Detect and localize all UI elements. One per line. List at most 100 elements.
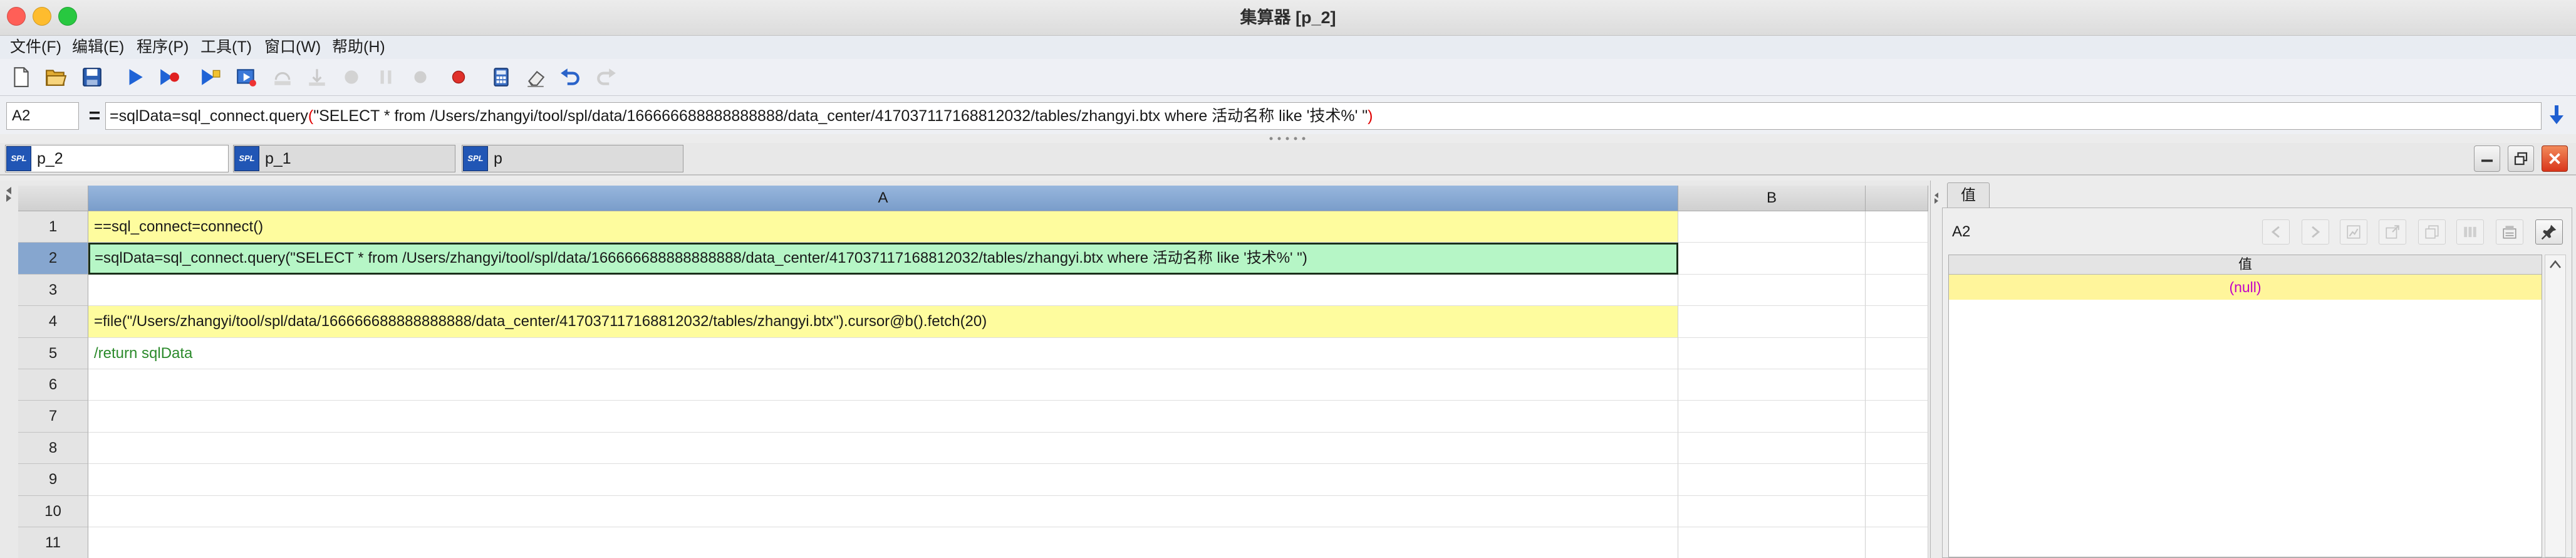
cell-a11[interactable] (88, 527, 1678, 558)
copy-icon[interactable] (2418, 219, 2446, 245)
row-header-8[interactable]: 8 (18, 432, 88, 465)
run-to-cursor-icon[interactable] (200, 66, 221, 88)
breakpoint-icon[interactable] (448, 66, 469, 88)
cell-b6[interactable] (1678, 369, 1866, 401)
calculator-icon[interactable] (491, 66, 512, 88)
spl-file-icon: SPL (463, 146, 488, 171)
cell-a2[interactable]: =sqlData=sql_connect.query("SELECT * fro… (88, 243, 1678, 275)
save-icon[interactable] (81, 66, 103, 88)
expand-down-icon[interactable] (2547, 104, 2567, 127)
row-header-3[interactable]: 3 (18, 274, 88, 307)
minimize-icon[interactable] (2474, 145, 2500, 172)
cell-a6[interactable] (88, 369, 1678, 401)
cell-c5[interactable] (1866, 337, 1928, 369)
cell-c7[interactable] (1866, 401, 1928, 433)
back-icon[interactable] (2262, 219, 2290, 245)
cell-a7[interactable] (88, 401, 1678, 433)
cell-a4[interactable]: =file("/Users/zhangyi/tool/spl/data/1666… (88, 306, 1678, 338)
run-icon[interactable] (124, 66, 145, 88)
forward-icon[interactable] (2302, 219, 2329, 245)
menu-tools[interactable]: 工具(T) (200, 36, 252, 59)
panel-toggle-arrows-icon[interactable] (1933, 191, 1940, 206)
row-header-5[interactable]: 5 (18, 337, 88, 369)
cell-a10[interactable] (88, 495, 1678, 527)
cell-b1[interactable] (1678, 211, 1866, 243)
menu-edit[interactable]: 编辑(E) (72, 36, 124, 59)
tab-value[interactable]: 值 (1947, 182, 1990, 208)
cell-a9[interactable] (88, 464, 1678, 496)
menu-help[interactable]: 帮助(H) (332, 36, 385, 59)
column-header-c[interactable] (1866, 186, 1928, 211)
cell-c6[interactable] (1866, 369, 1928, 401)
suspend-icon[interactable] (341, 66, 362, 88)
cell-name-box[interactable]: A2 (6, 102, 79, 130)
pause-icon[interactable] (375, 66, 397, 88)
step-into-icon[interactable] (306, 66, 328, 88)
cell-b7[interactable] (1678, 401, 1866, 433)
cell-a5[interactable]: /return sqlData (88, 337, 1678, 369)
cell-b8[interactable] (1678, 432, 1866, 465)
undo-icon[interactable] (559, 66, 581, 88)
cell-b2[interactable] (1678, 243, 1866, 275)
menu-program[interactable]: 程序(P) (137, 36, 189, 59)
row-header-10[interactable]: 10 (18, 495, 88, 527)
splitter[interactable] (0, 134, 2576, 143)
value-cell[interactable]: (null) (1949, 275, 2542, 300)
value-scrollbar[interactable] (2545, 255, 2566, 557)
table-row: 11 (0, 527, 1928, 558)
cell-c9[interactable] (1866, 464, 1928, 496)
row-header-7[interactable]: 7 (18, 401, 88, 433)
chart-icon[interactable] (2340, 219, 2367, 245)
scroll-up-icon[interactable] (2549, 259, 2562, 269)
column-header-b[interactable]: B (1678, 186, 1866, 211)
menu-file[interactable]: 文件(F) (10, 36, 61, 59)
cell-b5[interactable] (1678, 337, 1866, 369)
cell-c10[interactable] (1866, 495, 1928, 527)
export-icon[interactable] (2379, 219, 2406, 245)
eraser-icon[interactable] (525, 66, 546, 88)
cell-c4[interactable] (1866, 306, 1928, 338)
row-header-11[interactable]: 11 (18, 527, 88, 558)
tab-p_2[interactable]: SPL p_2 (5, 145, 229, 172)
splitter-grip-icon[interactable] (1269, 136, 1306, 141)
formula-input[interactable]: =sqlData=sql_connect.query("SELECT * fro… (105, 102, 2542, 130)
tab-p_1[interactable]: SPL p_1 (233, 145, 455, 172)
row-header-1[interactable]: 1 (18, 211, 88, 243)
new-file-icon[interactable] (11, 66, 32, 88)
cell-b9[interactable] (1678, 464, 1866, 496)
menu-window[interactable]: 窗口(W) (264, 36, 321, 59)
tab-p[interactable]: SPL p (462, 145, 683, 172)
row-header-4[interactable]: 4 (18, 306, 88, 338)
format-icon[interactable] (2496, 219, 2523, 245)
collapse-arrows-icon[interactable] (4, 186, 14, 203)
pin-icon[interactable] (2535, 219, 2563, 245)
cell-a1[interactable]: ==sql_connect=connect() (88, 211, 1678, 243)
cell-b11[interactable] (1678, 527, 1866, 558)
close-icon[interactable] (2542, 145, 2568, 172)
cell-c11[interactable] (1866, 527, 1928, 558)
cell-c8[interactable] (1866, 432, 1928, 465)
cell-b10[interactable] (1678, 495, 1866, 527)
cell-c3[interactable] (1866, 274, 1928, 307)
cell-a3[interactable] (88, 274, 1678, 307)
row-header-9[interactable]: 9 (18, 464, 88, 496)
columns-icon[interactable] (2456, 219, 2484, 245)
cell-a8[interactable] (88, 432, 1678, 465)
cell-b4[interactable] (1678, 306, 1866, 338)
cell-c2[interactable] (1866, 243, 1928, 275)
cell-b3[interactable] (1678, 274, 1866, 307)
row-header-6[interactable]: 6 (18, 369, 88, 401)
restore-icon[interactable] (2508, 145, 2534, 172)
row-header-2[interactable]: 2 (18, 243, 88, 275)
stop-icon[interactable] (410, 66, 431, 88)
step-icon[interactable] (236, 66, 257, 88)
redo-icon[interactable] (596, 66, 617, 88)
step-over-icon[interactable] (272, 66, 293, 88)
debug-run-icon[interactable] (158, 66, 180, 88)
table-row: 1 ==sql_connect=connect() (0, 211, 1928, 243)
column-header-a[interactable]: A (88, 186, 1678, 211)
grid-corner[interactable] (18, 186, 88, 211)
value-column-header[interactable]: 值 (1949, 255, 2542, 275)
cell-c1[interactable] (1866, 211, 1928, 243)
open-folder-icon[interactable] (45, 66, 66, 88)
